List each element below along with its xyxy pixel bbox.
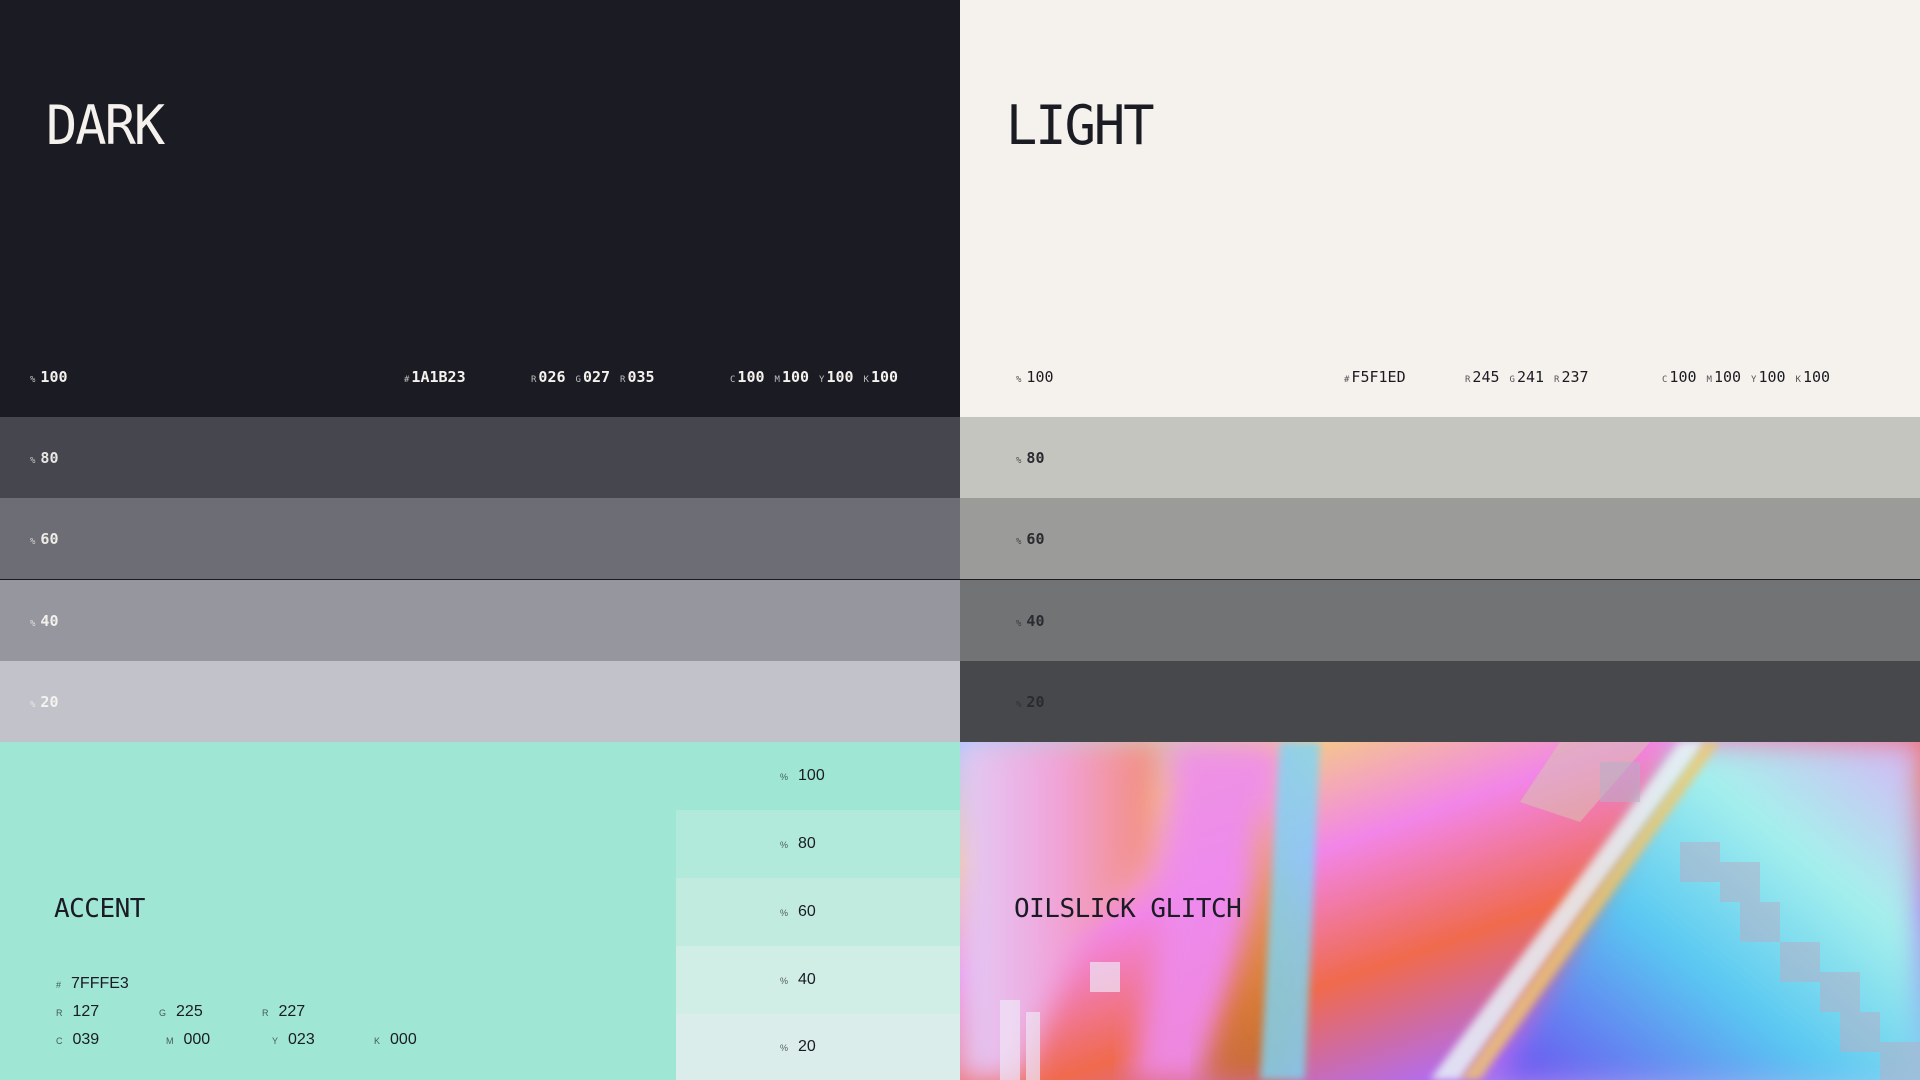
- accent-cmyk-y: Y 023: [272, 1031, 315, 1048]
- light-tint-80: % 80: [960, 417, 1920, 498]
- dark-tint-60-label: % 60: [30, 529, 59, 548]
- accent-cmyk-m: M 000: [166, 1031, 211, 1048]
- dark-cmyk: C 100 M 100 Y 100 K 100: [730, 368, 899, 386]
- dark-tint-20: % 20: [0, 661, 960, 742]
- accent-tint-20: % 20: [676, 1014, 960, 1080]
- light-cmyk: C 100 M 100 Y 100 K 100: [1662, 368, 1831, 386]
- dark-base-percent: % 100: [30, 368, 68, 386]
- light-base-percent: % 100: [1016, 368, 1054, 386]
- dark-hex: # 1A1B23: [404, 368, 466, 386]
- light-tint-80-label: % 80: [1016, 448, 1045, 467]
- light-tint-20: % 20: [960, 661, 1920, 742]
- accent-cmyk-c: C 039: [56, 1031, 100, 1048]
- dark-palette-panel: DARK % 100 # 1A1B23 R 026 G 027 R 035 C 100 …: [0, 0, 960, 742]
- accent-cmyk-k: K 000: [374, 1031, 417, 1048]
- oilslick-glitch-panel: OILSLICK GLITCH: [960, 742, 1920, 1080]
- light-tint-40: % 40: [960, 580, 1920, 661]
- accent-tint-20-label: % 20: [780, 1038, 816, 1055]
- light-tint-40-label: % 40: [1016, 611, 1045, 630]
- light-tint-60-label: % 60: [1016, 529, 1045, 548]
- accent-rgb-r: R 127: [56, 1003, 100, 1020]
- accent-tint-80: % 80: [676, 810, 960, 878]
- accent-title: ACCENT: [54, 894, 145, 924]
- accent-rgb-g: G 225: [159, 1003, 203, 1020]
- accent-tint-100-label: % 100: [780, 767, 825, 784]
- light-palette-panel: LIGHT % 100 # F5F1ED R 245 G 241 R 237 C 100…: [960, 0, 1920, 742]
- accent-tint-60: % 60: [676, 878, 960, 946]
- light-tint-60: % 60: [960, 498, 1920, 579]
- light-title: LIGHT: [1006, 94, 1155, 158]
- accent-tint-60-label: % 60: [780, 903, 816, 920]
- light-tint-20-label: % 20: [1016, 692, 1045, 711]
- oilslick-glitch-title: OILSLICK GLITCH: [1014, 894, 1242, 924]
- dark-base-swatch: DARK % 100 # 1A1B23 R 026 G 027 R 035 C 100 …: [0, 0, 960, 417]
- dark-tint-60: % 60: [0, 498, 960, 579]
- dark-title: DARK: [46, 94, 165, 158]
- dark-tint-80-label: % 80: [30, 448, 59, 467]
- light-base-swatch: LIGHT % 100 # F5F1ED R 245 G 241 R 237 C 100…: [960, 0, 1920, 417]
- accent-tint-40: % 40: [676, 946, 960, 1014]
- dark-rgb: R 026 G 027 R 035: [531, 368, 655, 386]
- accent-tint-80-label: % 80: [780, 835, 816, 852]
- light-hex: # F5F1ED: [1344, 368, 1406, 386]
- accent-tint-scale: % 100 % 80 % 60 % 40 % 20: [676, 742, 960, 1080]
- accent-hex: #7FFFE3: [56, 975, 129, 992]
- light-color-values: % 100 # F5F1ED R 245 G 241 R 237 C 100 M 100 …: [960, 358, 1920, 394]
- dark-tint-40: % 40: [0, 580, 960, 661]
- dark-tint-20-label: % 20: [30, 692, 59, 711]
- accent-tint-100: % 100: [676, 742, 960, 810]
- light-rgb: R 245 G 241 R 237: [1465, 368, 1589, 386]
- dark-tint-40-label: % 40: [30, 611, 59, 630]
- accent-tint-40-label: % 40: [780, 971, 816, 988]
- dark-tint-80: % 80: [0, 417, 960, 498]
- dark-color-values: % 100 # 1A1B23 R 026 G 027 R 035 C 100 M 100 …: [0, 358, 960, 394]
- accent-rgb-b: R 227: [262, 1003, 306, 1020]
- accent-palette-panel: ACCENT #7FFFE3 R 127 G 225 R 227 C 039 M 000 …: [0, 742, 960, 1080]
